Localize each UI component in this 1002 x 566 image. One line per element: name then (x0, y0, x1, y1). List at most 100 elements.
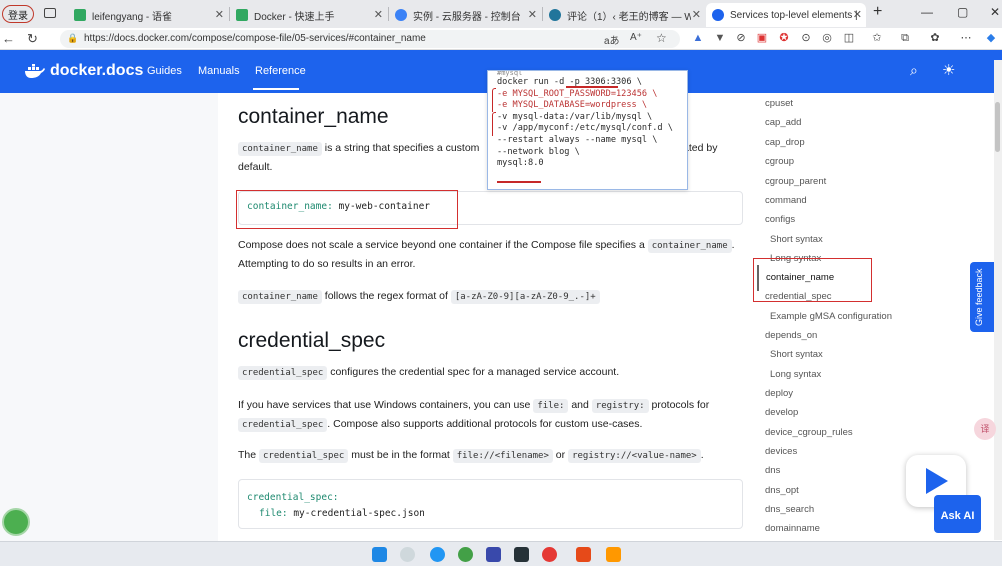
logo-text: docker.docs (50, 62, 144, 79)
tab-yuque[interactable]: leifengyang - 语雀 ✕ (68, 3, 228, 27)
tab-actions-icon[interactable] (44, 8, 56, 18)
code-key: credential_spec: (247, 492, 339, 503)
toc-item[interactable]: Short syntax (770, 234, 823, 245)
toc-item[interactable]: Long syntax (770, 369, 821, 380)
play-icon (926, 468, 948, 494)
more-icon[interactable]: ⋯ (960, 32, 972, 44)
edge-copilot-icon[interactable]: ◆ (985, 32, 997, 44)
toc-item[interactable]: deploy (765, 388, 793, 399)
feedback-label: Give feedback (974, 268, 984, 326)
toc-item[interactable]: depends_on (765, 330, 817, 341)
docker-whale-icon (25, 64, 45, 78)
toc-item[interactable]: cap_drop (765, 137, 805, 148)
toc-item[interactable]: cgroup_parent (765, 176, 826, 187)
close-icon[interactable]: ✕ (528, 8, 537, 21)
collections-icon[interactable]: ⧉ (899, 32, 911, 44)
tab-wordpress[interactable]: 评论（1）‹ 老王的博客 — Word ✕ (543, 3, 705, 27)
extension-icon[interactable]: ⊘ (735, 32, 747, 44)
nav-guides[interactable]: Guides (147, 65, 182, 77)
font-icon[interactable]: A⁺ (630, 32, 642, 43)
text: is a string that specifies a custom (321, 142, 480, 154)
toc-item[interactable]: dns_opt (765, 485, 799, 496)
edge-app-icon[interactable] (458, 547, 473, 562)
toc-item[interactable]: devices (765, 446, 797, 457)
toc-item[interactable]: cgroup (765, 156, 794, 167)
left-sidebar (0, 93, 218, 541)
toc-item[interactable]: device_cgroup_rules (765, 427, 853, 438)
refresh-icon[interactable]: ↻ (27, 31, 38, 47)
toc-item[interactable]: cpuset (765, 98, 793, 109)
app-icon[interactable] (486, 547, 501, 562)
search-icon[interactable] (400, 547, 415, 562)
text: protocols for (648, 399, 710, 411)
extension-icon[interactable]: ▼ (714, 32, 726, 44)
yuque-icon (74, 9, 86, 21)
theme-sun-icon[interactable]: ☀ (942, 61, 955, 79)
toc-item[interactable]: develop (765, 407, 798, 418)
code-key: file: (259, 508, 288, 519)
chrome-app-icon[interactable] (542, 547, 557, 562)
close-icon[interactable]: ✕ (692, 8, 701, 21)
extension-icon[interactable]: ▣ (756, 32, 768, 44)
toc-item[interactable]: dns_search (765, 504, 814, 515)
toc-item[interactable]: command (765, 195, 807, 206)
back-arrow-icon[interactable]: ← (2, 31, 15, 46)
minimize-button[interactable]: — (921, 5, 933, 19)
close-icon[interactable]: ✕ (374, 8, 383, 21)
active-nav-indicator (253, 88, 299, 90)
extension-icon[interactable]: ✿ (929, 32, 941, 44)
extension-icon[interactable]: ◎ (821, 32, 833, 44)
inline-code: credential_spec (238, 366, 328, 380)
inline-code: file: (533, 399, 569, 413)
login-button[interactable]: 登录 (2, 5, 34, 23)
tab-cloud-console[interactable]: 实例 - 云服务器 - 控制台 ✕ (389, 3, 541, 27)
tab-docker-services[interactable]: Services top-level elements | Doc ✕ (706, 3, 866, 27)
new-tab-button[interactable]: + (873, 3, 882, 21)
close-icon[interactable]: ✕ (215, 8, 224, 21)
extension-icon[interactable]: ✪ (778, 32, 790, 44)
ask-ai-button[interactable]: Ask AI (934, 495, 981, 533)
text: . Compose also supports additional proto… (327, 418, 643, 430)
nav-manuals[interactable]: Manuals (198, 65, 240, 77)
capcut-app-icon[interactable] (514, 547, 529, 562)
docker-docs-logo[interactable]: docker.docs (24, 62, 143, 80)
paragraph-line: credential_spec. Compose also supports a… (238, 415, 642, 435)
tab-docker-quickstart[interactable]: Docker - 快速上手 ✕ (230, 3, 387, 27)
edge-app-icon[interactable] (430, 547, 445, 562)
toc-item[interactable]: Short syntax (770, 349, 823, 360)
favorites-icon[interactable]: ✩ (871, 32, 883, 44)
toc-item[interactable]: Example gMSA configuration (770, 311, 892, 322)
toc-item[interactable]: dns (765, 465, 780, 476)
toc-item[interactable]: cap_add (765, 117, 801, 128)
star-icon[interactable]: ☆ (656, 31, 667, 45)
give-feedback-tab[interactable]: Give feedback (970, 262, 994, 332)
close-icon[interactable]: ✕ (853, 8, 862, 21)
toc-item[interactable]: domainname (765, 523, 820, 534)
assistant-bubble-icon[interactable] (2, 508, 30, 536)
windows-start-icon[interactable] (372, 547, 387, 562)
lock-icon: 🔒 (67, 33, 79, 43)
code-line: -e MYSQL_ROOT_PASSWORD=123456 \ (497, 88, 658, 99)
close-window-button[interactable]: ✕ (990, 5, 1000, 19)
powerpoint-app-icon[interactable] (576, 547, 591, 562)
annotation-mark (492, 88, 496, 112)
paragraph-line: default. (238, 161, 273, 173)
scrollbar-thumb[interactable] (995, 102, 1000, 152)
extension-icon[interactable]: ▲ (692, 32, 704, 44)
read-aloud-icon[interactable]: aあ (604, 32, 620, 47)
maximize-button[interactable]: ▢ (957, 5, 968, 19)
split-screen-icon[interactable]: ◫ (843, 32, 855, 44)
translate-icon[interactable]: 译 (974, 418, 996, 440)
toc-item[interactable]: configs (765, 214, 795, 225)
url-field[interactable]: 🔒 https://docs.docker.com/compose/compos… (60, 30, 680, 48)
docker-icon (712, 9, 724, 21)
inline-code: container_name (238, 290, 322, 304)
extension-icon[interactable]: ⊙ (800, 32, 812, 44)
nav-reference[interactable]: Reference (255, 65, 306, 77)
annotation-underline (497, 181, 541, 183)
search-icon[interactable]: ⌕ (910, 62, 918, 79)
sublime-app-icon[interactable] (606, 547, 621, 562)
code-value: my-credential-spec.json (287, 508, 425, 519)
code-snippet-popup: #mysql docker run -d -p 3306:3306 \ -e M… (487, 70, 688, 190)
paragraph-tail: ated by (683, 142, 718, 154)
